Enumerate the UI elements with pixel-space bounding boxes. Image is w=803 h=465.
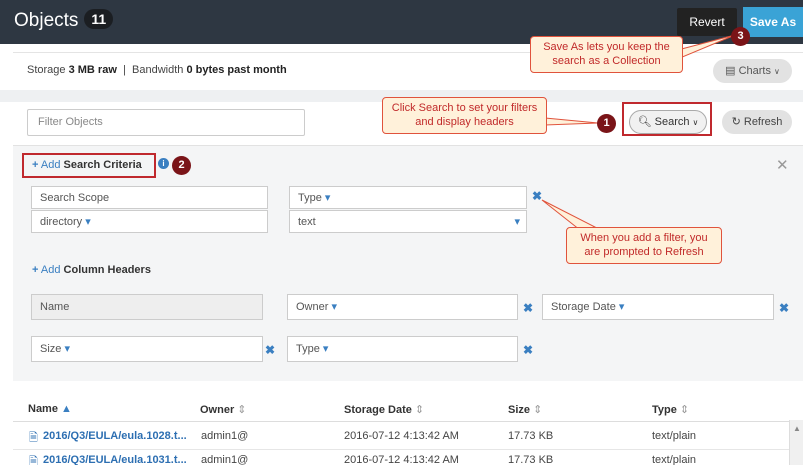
step-2-badge: 2 xyxy=(172,156,191,175)
callout-1-pointer xyxy=(544,117,599,126)
callout-filter-pointer xyxy=(541,199,597,231)
callout-search-tip: Click Search to set your filters and dis… xyxy=(382,97,547,134)
step-3-badge: 3 xyxy=(731,27,750,46)
callout-filter-tip: When you add a filter, you are prompted … xyxy=(566,227,722,264)
callout-save-as-tip: Save As lets you keep the search as a Co… xyxy=(530,36,683,73)
step-1-badge: 1 xyxy=(597,114,616,133)
